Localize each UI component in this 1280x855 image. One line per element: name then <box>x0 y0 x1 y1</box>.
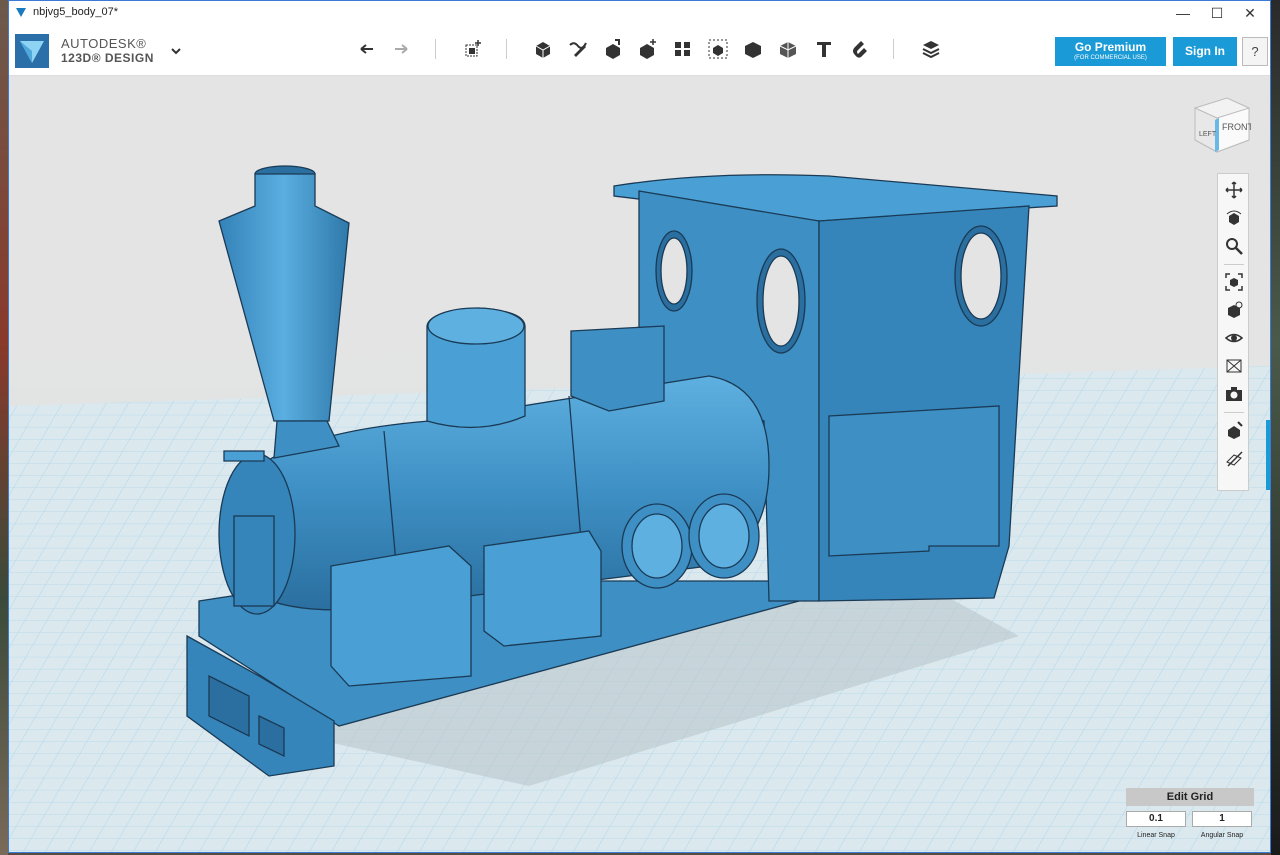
brand-line-2: 123D® DESIGN <box>61 51 154 65</box>
fit-icon[interactable] <box>1224 272 1244 292</box>
help-button[interactable]: ? <box>1242 37 1268 66</box>
measure-icon[interactable] <box>776 37 800 61</box>
edit-grid-panel: Edit Grid 0.1 1 Linear Snap Angular Snap <box>1126 788 1254 839</box>
desktop-background-left <box>0 0 8 855</box>
edit-grid-button[interactable]: Edit Grid <box>1126 788 1254 806</box>
app-window: nbjvg5_body_07* — ☐ ✕ AUTODESK® 123D® DE… <box>8 0 1271 853</box>
primitives-icon[interactable] <box>531 37 555 61</box>
modify-icon[interactable] <box>636 37 660 61</box>
go-premium-sublabel: (FOR COMMERCIAL USE) <box>1074 55 1147 61</box>
autodesk-logo-icon[interactable] <box>14 33 50 69</box>
brand-line-1: AUTODESK® <box>61 36 147 51</box>
linear-snap-input[interactable]: 0.1 <box>1126 811 1186 827</box>
zoom-icon[interactable] <box>1224 236 1244 256</box>
3d-viewport[interactable]: LEFT FRONT Edit Grid 0.1 1 Linear Snap A… <box>9 76 1270 852</box>
text-icon[interactable] <box>812 37 836 61</box>
go-premium-button[interactable]: Go Premium (FOR COMMERCIAL USE) <box>1055 37 1166 66</box>
camera-icon[interactable] <box>1224 384 1244 404</box>
view-cube[interactable]: LEFT FRONT <box>1187 94 1253 154</box>
side-panel-tab[interactable] <box>1266 420 1270 490</box>
desktop-background-right <box>1271 0 1280 855</box>
navigation-bar <box>1217 173 1249 491</box>
snap-view-icon[interactable] <box>1224 420 1244 440</box>
toolbar-divider <box>506 39 507 59</box>
transform-icon[interactable] <box>461 37 485 61</box>
pan-icon[interactable] <box>1224 180 1244 200</box>
orbit-icon[interactable] <box>1224 208 1244 228</box>
nav-divider <box>1224 264 1244 265</box>
view-mode-icon[interactable] <box>1224 300 1244 320</box>
visibility-icon[interactable] <box>1224 328 1244 348</box>
chevron-down-icon[interactable] <box>169 44 183 58</box>
toolbar-divider <box>893 39 894 59</box>
go-premium-label: Go Premium <box>1074 40 1147 54</box>
combine-icon[interactable] <box>741 37 765 61</box>
main-toolbar: AUTODESK® 123D® DESIGN Go Premium (FOR C… <box>9 25 1270 76</box>
toolbar-divider <box>435 39 436 59</box>
construct-icon[interactable] <box>601 37 625 61</box>
nav-divider <box>1224 412 1244 413</box>
title-bar: nbjvg5_body_07* — ☐ ✕ <box>9 1 1270 25</box>
linear-snap-label: Linear Snap <box>1137 832 1175 839</box>
angular-snap-input[interactable]: 1 <box>1192 811 1252 827</box>
viewcube-left-label: LEFT <box>1199 131 1217 138</box>
materials-icon[interactable] <box>919 37 943 61</box>
app-logo-icon <box>16 8 26 17</box>
material-view-icon[interactable] <box>1224 356 1244 376</box>
redo-icon[interactable] <box>389 37 413 61</box>
sign-in-button[interactable]: Sign In <box>1173 37 1237 66</box>
window-title: nbjvg5_body_07* <box>33 6 119 18</box>
sketch-icon[interactable] <box>566 37 590 61</box>
viewcube-front-label: FRONT <box>1222 122 1251 132</box>
snap-icon[interactable] <box>847 37 871 61</box>
undo-icon[interactable] <box>355 37 379 61</box>
grid-icon[interactable] <box>1224 448 1244 468</box>
close-button[interactable]: ✕ <box>1228 1 1272 25</box>
scene-canvas[interactable] <box>9 76 1270 852</box>
pattern-icon[interactable] <box>671 37 695 61</box>
angular-snap-label: Angular Snap <box>1200 832 1244 839</box>
group-icon[interactable] <box>706 37 730 61</box>
